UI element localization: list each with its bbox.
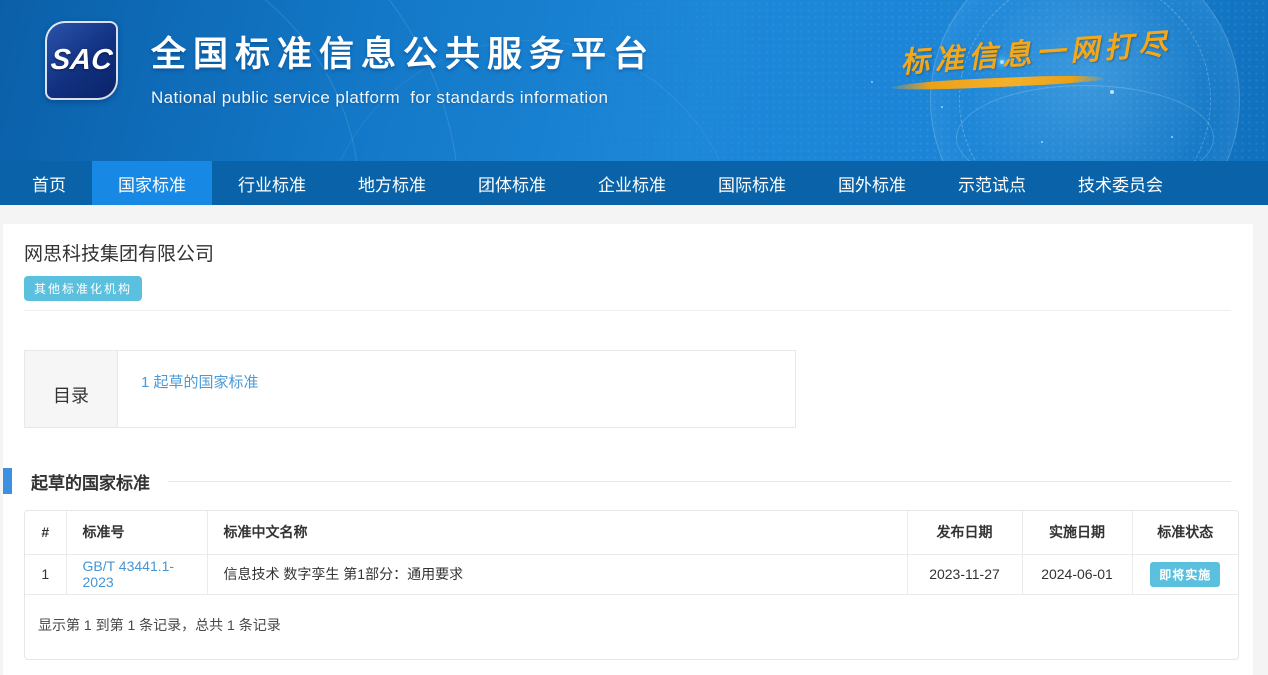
sac-logo[interactable]: SAC <box>45 21 118 100</box>
org-type-badge: 其他标准化机构 <box>24 276 142 301</box>
nav-item-local-standards[interactable]: 地方标准 <box>332 161 452 205</box>
nav-item-home[interactable]: 首页 <box>6 161 92 205</box>
site-subtitle: National public service platform for sta… <box>151 88 655 108</box>
site-slogan: 标准信息一网打尽 <box>899 21 1173 82</box>
column-header-std-no: 标准号 <box>66 511 207 554</box>
section-divider-line <box>168 481 1231 482</box>
nav-item-technical-committee[interactable]: 技术委员会 <box>1052 161 1189 205</box>
nav-item-enterprise-standards[interactable]: 企业标准 <box>572 161 692 205</box>
nav-item-group-standards[interactable]: 团体标准 <box>452 161 572 205</box>
column-header-index: # <box>25 511 66 554</box>
site-header: SAC 全国标准信息公共服务平台 National public service… <box>0 0 1268 161</box>
table-row: 1 GB/T 43441.1-2023 信息技术 数字孪生 第1部分：通用要求 … <box>25 554 1238 594</box>
nav-item-foreign-standards[interactable]: 国外标准 <box>812 161 932 205</box>
column-header-publish-date: 发布日期 <box>907 511 1022 554</box>
column-header-cn-name: 标准中文名称 <box>207 511 907 554</box>
nav-item-industry-standards[interactable]: 行业标准 <box>212 161 332 205</box>
toc-link-drafted-national-standards[interactable]: 1 起草的国家标准 <box>141 374 259 391</box>
site-title: 全国标准信息公共服务平台 <box>151 26 655 77</box>
section-marker-icon <box>3 468 12 494</box>
record-count-summary: 显示第 1 到第 1 条记录，总共 1 条记录 <box>25 595 1238 659</box>
column-header-implement-date: 实施日期 <box>1022 511 1132 554</box>
nav-item-national-standards[interactable]: 国家标准 <box>92 161 212 205</box>
standards-table-container: # 标准号 标准中文名称 发布日期 实施日期 标准状态 1 GB/T 43441… <box>24 510 1239 660</box>
section-title: 起草的国家标准 <box>31 469 150 494</box>
publish-date: 2023-11-27 <box>907 554 1022 594</box>
standard-cn-name: 信息技术 数字孪生 第1部分：通用要求 <box>207 554 907 594</box>
toc-label: 目录 <box>25 351 118 427</box>
divider <box>24 310 1231 311</box>
nav-item-pilot-demo[interactable]: 示范试点 <box>932 161 1052 205</box>
status-badge: 即将实施 <box>1150 562 1220 587</box>
implement-date: 2024-06-01 <box>1022 554 1132 594</box>
standards-table: # 标准号 标准中文名称 发布日期 实施日期 标准状态 1 GB/T 43441… <box>25 511 1238 595</box>
nav-item-international-standards[interactable]: 国际标准 <box>692 161 812 205</box>
sac-logo-text: SAC <box>49 44 114 77</box>
main-nav: 首页 国家标准 行业标准 地方标准 团体标准 企业标准 国际标准 国外标准 示范… <box>0 161 1268 205</box>
column-header-status: 标准状态 <box>1132 511 1238 554</box>
table-header-row: # 标准号 标准中文名称 发布日期 实施日期 标准状态 <box>25 511 1238 554</box>
toc-box: 目录 1 起草的国家标准 <box>24 350 796 428</box>
standard-number-link[interactable]: GB/T 43441.1-2023 <box>83 558 175 590</box>
org-name: 网思科技集团有限公司 <box>24 242 1245 268</box>
section-header: 起草的国家标准 <box>3 467 1231 495</box>
row-index: 1 <box>25 554 66 594</box>
content-card: 网思科技集团有限公司 其他标准化机构 目录 1 起草的国家标准 起草的国家标准 … <box>3 224 1253 675</box>
